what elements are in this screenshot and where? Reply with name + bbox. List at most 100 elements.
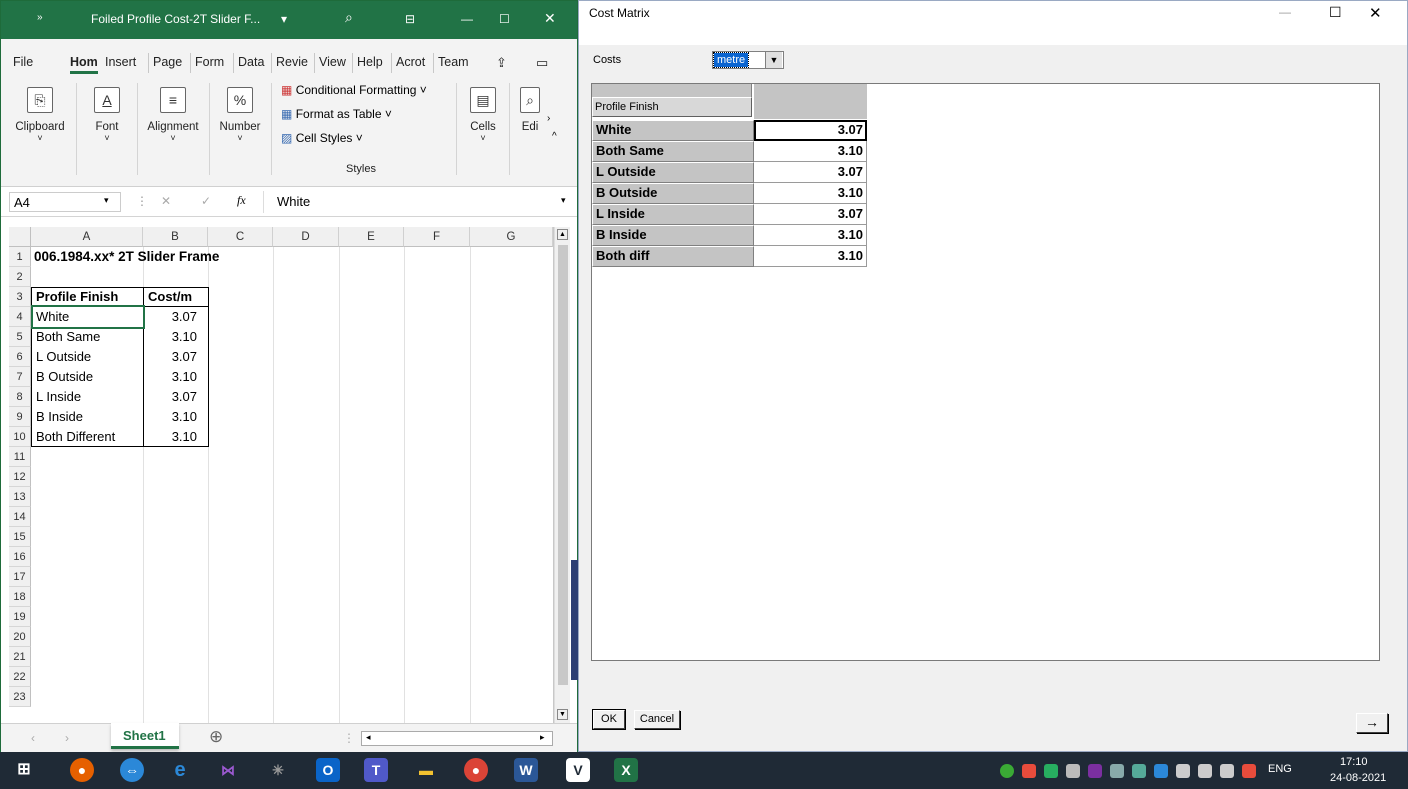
minimize-icon[interactable]: — [461, 12, 473, 26]
tray-app-icon[interactable] [1110, 764, 1124, 778]
tray-record-icon[interactable] [1242, 764, 1256, 778]
matrix-value-cell[interactable]: 3.07 [754, 204, 867, 225]
row-header[interactable]: 18 [9, 587, 31, 607]
prev-sheet-icon[interactable]: ‹ [31, 731, 35, 745]
teamviewer-icon[interactable]: ⇔ [120, 758, 144, 782]
tray-check-icon[interactable] [1000, 764, 1014, 778]
tab-data[interactable]: Data [238, 55, 264, 69]
tab-file[interactable]: File [13, 55, 33, 69]
row-header[interactable]: 6 [9, 347, 31, 367]
clock-time[interactable]: 17:10 [1340, 756, 1368, 768]
tab-insert[interactable]: Insert [105, 55, 136, 69]
word-icon[interactable]: W [514, 758, 538, 782]
row-header[interactable]: 16 [9, 547, 31, 567]
column-header[interactable]: D [273, 227, 339, 247]
add-sheet-icon[interactable]: ⊕ [209, 727, 223, 747]
next-sheet-icon[interactable]: › [65, 731, 69, 745]
clock-date[interactable]: 24-08-2021 [1330, 772, 1386, 784]
active-cell-finish[interactable]: White [31, 305, 145, 329]
column-header[interactable]: C [208, 227, 273, 247]
vertical-scrollbar[interactable]: ▲ ▼ [554, 227, 570, 723]
outlook-icon[interactable]: O [316, 758, 340, 782]
ribbon-display-icon[interactable]: ⊟ [405, 12, 415, 26]
cost-cell[interactable]: 3.07 [145, 387, 207, 407]
app-icon[interactable]: ✳ [266, 758, 290, 782]
row-header[interactable]: 19 [9, 607, 31, 627]
select-all-corner[interactable] [9, 227, 31, 247]
start-icon[interactable]: ⊞ [12, 758, 36, 782]
column-header[interactable]: G [470, 227, 553, 247]
expand-formula-icon[interactable]: ▾ [561, 195, 566, 206]
quick-access-chevron-icon[interactable]: » [37, 12, 43, 23]
ok-button[interactable]: OK [592, 709, 626, 730]
format-as-table-button[interactable]: ▦ Format as Table ˅ [281, 107, 392, 121]
matrix-value-cell[interactable]: 3.07 [754, 162, 867, 183]
matrix-value-cell[interactable]: 3.10 [754, 246, 867, 267]
formula-input[interactable]: White [277, 194, 310, 209]
clipboard-group[interactable]: ⎘ Clipboard ˅ [11, 87, 69, 143]
ribbon-scroll-right-icon[interactable]: › [547, 113, 550, 124]
number-group[interactable]: % Number ˅ [213, 87, 267, 143]
cost-cell[interactable]: 3.10 [145, 407, 207, 427]
maximize-icon[interactable]: ☐ [1329, 4, 1342, 21]
alignment-group[interactable]: ≡ Alignment ˅ [141, 87, 205, 143]
row-header[interactable]: 21 [9, 647, 31, 667]
collapse-ribbon-icon[interactable]: ^ [552, 131, 557, 142]
editing-group[interactable]: ⌕ Edi [515, 87, 545, 133]
share-icon[interactable]: ⇪ [496, 55, 507, 71]
title-cell[interactable]: 006.1984.xx* 2T Slider Frame [31, 247, 219, 267]
row-header[interactable]: 5 [9, 327, 31, 347]
battery-icon[interactable] [1198, 764, 1212, 778]
excel-icon[interactable]: X [614, 758, 638, 782]
visual-studio-icon[interactable]: ⋈ [216, 758, 240, 782]
row-header[interactable]: 2 [9, 267, 31, 287]
finish-cell[interactable]: L Inside [33, 387, 81, 407]
row-header[interactable]: 10 [9, 427, 31, 447]
cost-cell[interactable]: 3.10 [145, 327, 207, 347]
tab-formulas[interactable]: Form [195, 55, 224, 69]
tab-help[interactable]: Help [357, 55, 383, 69]
matrix-value-cell[interactable]: 3.07 [754, 120, 867, 141]
row-header[interactable]: 17 [9, 567, 31, 587]
tab-view[interactable]: View [319, 55, 346, 69]
enter-icon[interactable]: ✓ [201, 194, 211, 208]
language-indicator[interactable]: ENG [1268, 763, 1292, 775]
cost-cell[interactable]: 3.10 [145, 427, 207, 447]
volume-icon[interactable] [1220, 764, 1234, 778]
finish-cell[interactable]: B Outside [33, 367, 93, 387]
cost-cell[interactable]: 3.10 [145, 367, 207, 387]
tray-app-icon[interactable] [1022, 764, 1036, 778]
font-group[interactable]: A Font ˅ [83, 87, 131, 143]
scroll-down-icon[interactable]: ▼ [557, 709, 568, 720]
firefox-icon[interactable]: ● [70, 758, 94, 782]
tab-page[interactable]: Page [153, 55, 182, 69]
column-header[interactable]: A [31, 227, 143, 247]
cell-styles-button[interactable]: ▨ Cell Styles ˅ [281, 131, 363, 145]
name-box[interactable]: A4 ▾ [9, 192, 121, 212]
chrome-icon[interactable]: ● [464, 758, 488, 782]
finish-cell[interactable]: Both Same [33, 327, 100, 347]
cost-cell[interactable]: 3.07 [145, 347, 207, 367]
row-header[interactable]: 1 [9, 247, 31, 267]
finish-cell[interactable]: Both Different [33, 427, 115, 447]
close-icon[interactable]: ✕ [544, 10, 556, 27]
matrix-value-cell[interactable]: 3.10 [754, 183, 867, 204]
matrix-value-cell[interactable]: 3.10 [754, 225, 867, 246]
matrix-value-cell[interactable]: 3.10 [754, 141, 867, 162]
row-header[interactable]: 8 [9, 387, 31, 407]
tray-app-icon[interactable] [1066, 764, 1080, 778]
tray-app-icon[interactable] [1044, 764, 1058, 778]
scroll-left-icon[interactable]: ◂ [366, 732, 371, 743]
tab-acrobat[interactable]: Acrot [396, 55, 425, 69]
tray-onenote-icon[interactable] [1088, 764, 1102, 778]
teams-icon[interactable]: T [364, 758, 388, 782]
title-dropdown-icon[interactable]: ▾ [281, 12, 287, 26]
function-icon[interactable]: fx [237, 193, 246, 208]
conditional-formatting-button[interactable]: ▦ Conditional Formatting ˅ [281, 83, 427, 97]
sheet-tab-sheet1[interactable]: Sheet1 [111, 723, 179, 749]
cancel-button[interactable]: Cancel [634, 710, 680, 729]
row-header[interactable]: 4 [9, 307, 31, 327]
arrow-right-button[interactable]: → [1356, 713, 1388, 733]
row-header[interactable]: 11 [9, 447, 31, 467]
tab-team[interactable]: Team [438, 55, 469, 69]
